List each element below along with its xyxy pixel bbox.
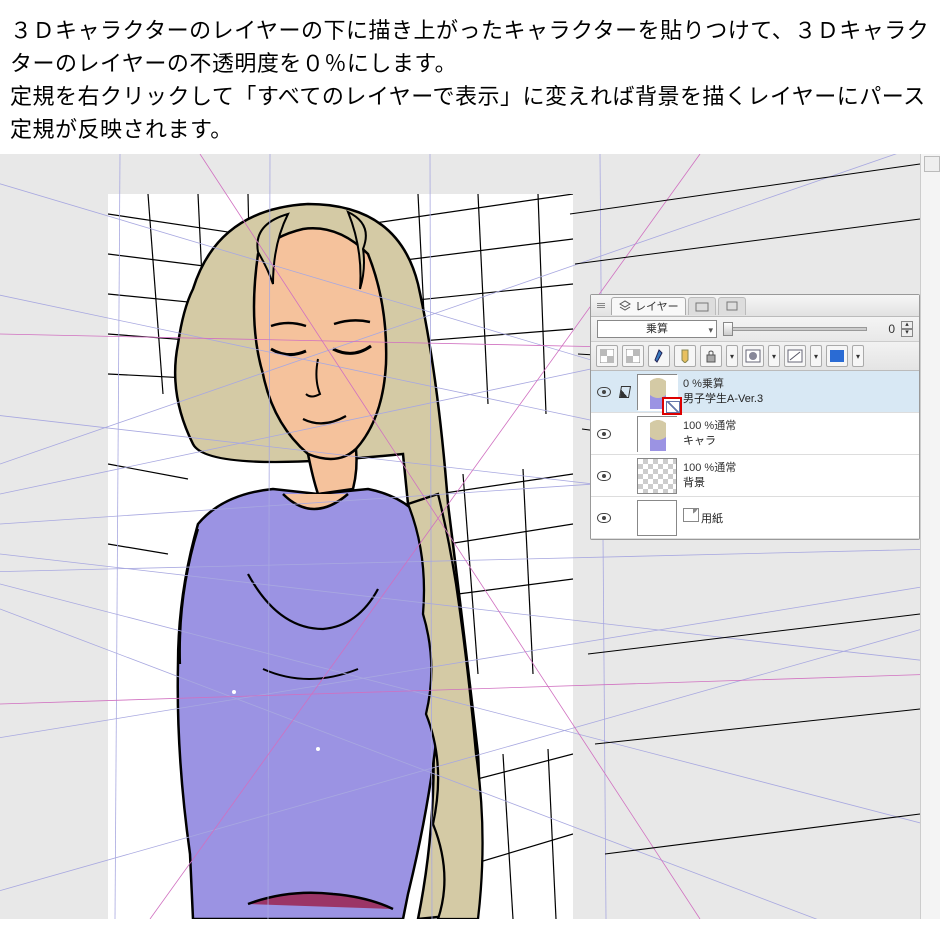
tool-ruler-arrow[interactable]: ▾ (810, 345, 822, 367)
layer-tool-row: ▾ ▾ ▾ ▾ (591, 342, 919, 371)
spinner-down-icon[interactable]: ▾ (901, 329, 913, 337)
pencil-icon (679, 349, 691, 363)
edit-indicator (617, 386, 633, 398)
layer-row[interactable]: 100 %通常背景 (591, 455, 919, 497)
blend-mode-select[interactable]: 乗算 (597, 320, 717, 338)
layer-label: 用紙 (681, 508, 915, 526)
blend-opacity-row: 乗算 0 ▴ ▾ (591, 317, 919, 342)
ruler-badge-icon (662, 397, 682, 415)
layers-icon (618, 300, 632, 312)
layer-list[interactable]: 0 %乗算男子学生A-Ver.3 100 %通常キャラ 100 %通常背景用紙 (591, 371, 919, 539)
visibility-toggle[interactable] (595, 429, 613, 439)
layer-row[interactable]: 100 %通常キャラ (591, 413, 919, 455)
opacity-slider[interactable] (723, 322, 867, 336)
layer-row[interactable]: 用紙 (591, 497, 919, 539)
tool-lock-arrow[interactable]: ▾ (726, 345, 738, 367)
chevron-down-icon: ▾ (856, 352, 860, 361)
tool-ruler[interactable] (784, 345, 806, 367)
visibility-toggle[interactable] (595, 471, 613, 481)
eye-icon (597, 513, 611, 523)
tool-checker1[interactable] (596, 345, 618, 367)
page-icon (683, 508, 699, 522)
tool-pencil[interactable] (674, 345, 696, 367)
tool-color-arrow[interactable]: ▾ (852, 345, 864, 367)
tool-mask-arrow[interactable]: ▾ (768, 345, 780, 367)
chevron-down-icon: ▾ (730, 352, 734, 361)
layer-row[interactable]: 0 %乗算男子学生A-Ver.3 (591, 371, 919, 413)
vertical-scrollbar[interactable] (920, 154, 940, 919)
pen-icon (653, 349, 665, 363)
tool-pen[interactable] (648, 345, 670, 367)
layer-thumbnail[interactable] (637, 500, 677, 536)
tool-checker2[interactable] (622, 345, 644, 367)
lock-icon (705, 349, 717, 363)
eye-icon (597, 429, 611, 439)
color-icon (829, 349, 845, 363)
tool-lock[interactable] (700, 345, 722, 367)
pen-icon (619, 386, 631, 398)
canvas-workspace[interactable]: レイヤー 乗算 0 ▴ ▾ (0, 154, 940, 919)
checker-icon (600, 349, 614, 363)
spinner-up-icon[interactable]: ▴ (901, 321, 913, 329)
blend-mode-value: 乗算 (646, 323, 668, 335)
layer-thumbnail[interactable] (637, 416, 677, 452)
panel-tab-2[interactable] (688, 297, 716, 315)
panel-tab-bar: レイヤー (591, 295, 919, 317)
layer-label: 100 %通常キャラ (681, 419, 915, 448)
visibility-toggle[interactable] (595, 513, 613, 523)
layer-thumbnail[interactable] (637, 374, 677, 410)
layer-label: 0 %乗算男子学生A-Ver.3 (681, 377, 915, 406)
mask-icon (745, 349, 761, 363)
layer-label: 100 %通常背景 (681, 461, 915, 490)
layer-thumbnail[interactable] (637, 458, 677, 494)
tool-color[interactable] (826, 345, 848, 367)
panel-tab-3[interactable] (718, 297, 746, 315)
layer-tab-label: レイヤー (635, 298, 679, 314)
chevron-down-icon: ▾ (814, 352, 818, 361)
eye-icon (597, 471, 611, 481)
history-icon (725, 300, 739, 312)
eye-icon (597, 387, 611, 397)
clapper-icon (695, 300, 709, 312)
panel-grip-icon[interactable] (595, 303, 607, 308)
checker2-icon (626, 349, 640, 363)
instruction-text: ３Ｄキャラクターのレイヤーの下に描き上がったキャラクターを貼りつけて、３Ｄキャラ… (0, 0, 940, 154)
opacity-value: 0 (873, 322, 895, 336)
layer-panel[interactable]: レイヤー 乗算 0 ▴ ▾ (590, 294, 920, 540)
tool-mask[interactable] (742, 345, 764, 367)
chevron-down-icon: ▾ (772, 352, 776, 361)
layer-tab[interactable]: レイヤー (611, 297, 686, 315)
ruler-icon (787, 349, 803, 363)
opacity-spinner[interactable]: ▴ ▾ (901, 321, 913, 337)
visibility-toggle[interactable] (595, 387, 613, 397)
